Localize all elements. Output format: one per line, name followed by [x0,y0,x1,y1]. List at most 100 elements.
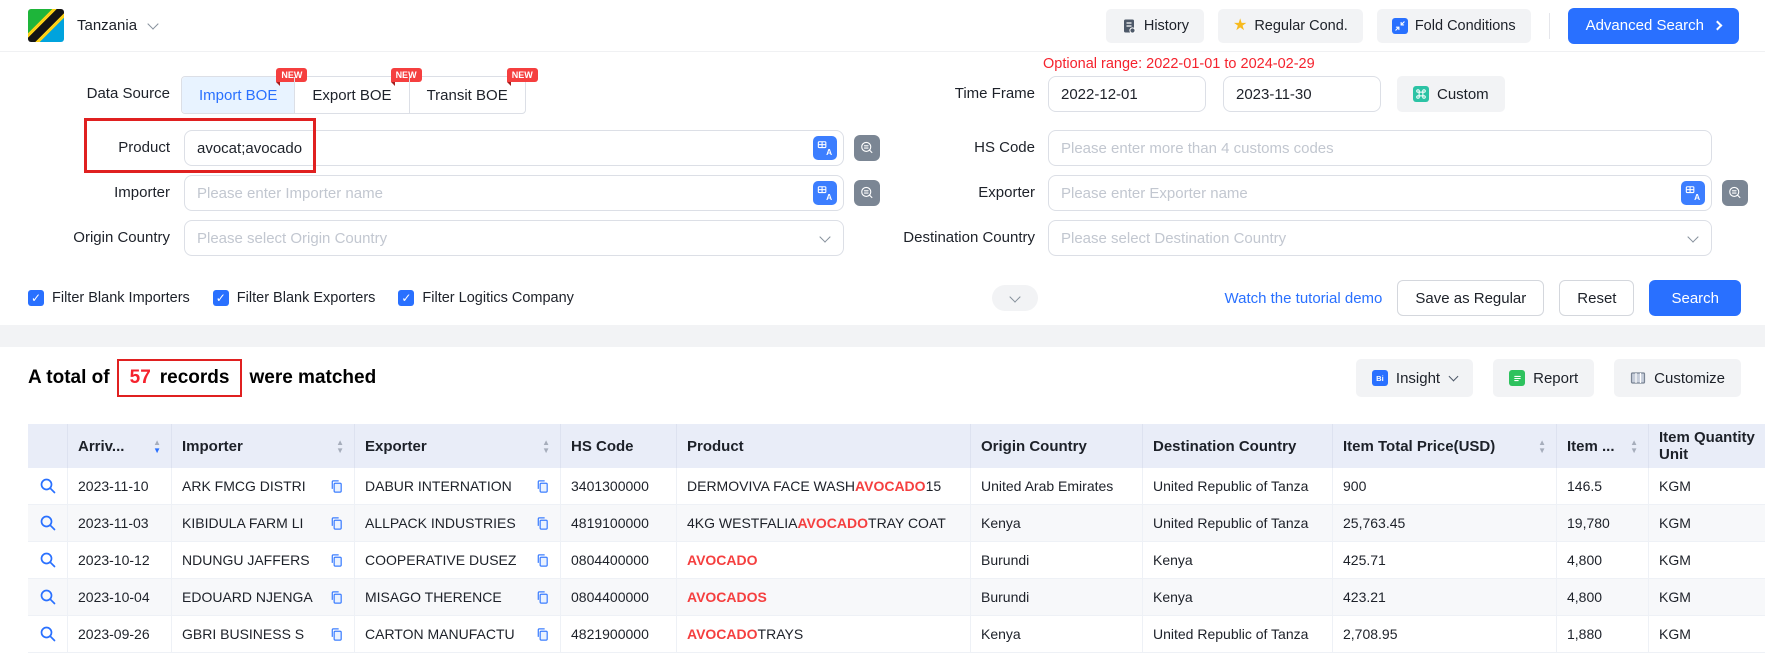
sort-arrows-icon[interactable]: ▲▼ [1532,439,1546,454]
importer-input[interactable]: A [184,175,844,211]
importer-name: NDUNGU JAFFERS [182,552,310,568]
chevron-down-icon[interactable] [147,18,158,29]
row-detail-button[interactable] [28,505,68,541]
copy-icon[interactable] [329,627,344,642]
checkbox-icon[interactable]: ✓ [213,290,229,306]
cell-destination-country: Kenya [1143,579,1333,615]
sort-arrows-icon[interactable]: ▲▼ [536,439,550,454]
translate-icon[interactable]: A [1681,181,1705,205]
cell-item-total-price: 900 [1333,468,1557,504]
sort-arrows-icon[interactable]: ▲▼ [1624,439,1638,454]
origin-country-field[interactable] [185,221,821,255]
copy-icon[interactable] [535,479,550,494]
origin-country-select[interactable] [184,220,844,256]
destination-country-select[interactable] [1048,220,1712,256]
copy-icon[interactable] [329,479,344,494]
sort-arrows-icon[interactable]: ▲▼ [330,439,344,454]
tab-transit-boe[interactable]: Transit BOENEW [409,77,525,113]
regular-cond-label: Regular Cond. [1254,18,1348,34]
column-header-importer[interactable]: Importer▲▼ [172,424,355,468]
collapse-filters-button[interactable] [992,285,1038,311]
copy-icon[interactable] [329,590,344,605]
table-row: 2023-09-26GBRI BUSINESS SCARTON MANUFACT… [28,616,1765,653]
custom-range-button[interactable]: Custom [1397,76,1505,112]
cell-origin-country: United Arab Emirates [971,468,1143,504]
reset-button[interactable]: Reset [1559,280,1634,316]
importer-label: Importer [0,175,170,211]
regular-cond-button[interactable]: ★ Regular Cond. [1218,9,1363,43]
customize-button[interactable]: Customize [1614,359,1741,397]
fold-conditions-button[interactable]: Fold Conditions [1377,9,1531,43]
tutorial-demo-link[interactable]: Watch the tutorial demo [1225,290,1383,307]
copy-icon[interactable] [535,553,550,568]
copy-icon[interactable] [535,516,550,531]
insight-button[interactable]: Bi Insight [1356,359,1473,397]
search-button[interactable]: Search [1649,280,1741,316]
importer-field[interactable] [185,176,813,210]
hs-code-label: HS Code [828,130,1035,166]
cell-arrival-date: 2023-11-10 [68,468,172,504]
column-header-detail [28,424,68,468]
records-annotation-box: 57 records [117,359,243,397]
cell-destination-country: United Republic of Tanza [1143,505,1333,541]
checkbox-icon[interactable]: ✓ [398,290,414,306]
origin-country-label: Origin Country [0,220,170,256]
keyword-highlight: AVOCADO [687,552,758,568]
checkbox-icon[interactable]: ✓ [28,290,44,306]
table-header-row: Arriv...▲▼Importer▲▼Exporter▲▼HS CodePro… [28,424,1765,468]
data-source-tabs: Import BOENEWExport BOENEWTransit BOENEW [181,76,526,114]
save-as-regular-button[interactable]: Save as Regular [1397,280,1544,316]
importer-name: GBRI BUSINESS S [182,626,304,642]
column-header-exporter[interactable]: Exporter▲▼ [355,424,561,468]
column-header-item-total-price-usd-[interactable]: Item Total Price(USD)▲▼ [1333,424,1557,468]
tab-label: Export BOE [312,87,391,104]
history-button[interactable]: History [1106,9,1204,43]
column-label: Item ... [1567,438,1615,455]
copy-icon[interactable] [535,627,550,642]
exact-match-icon[interactable] [1722,180,1748,206]
time-frame-label: Time Frame [828,76,1035,112]
row-detail-button[interactable] [28,579,68,615]
cell-product: AVOCADO [677,542,971,578]
copy-icon[interactable] [329,553,344,568]
cell-item-quantity: 1,880 [1557,616,1649,652]
date-from-input[interactable] [1048,76,1206,112]
column-header-hs-code: HS Code [561,424,677,468]
records-word: records [160,367,230,389]
tab-import-boe[interactable]: Import BOENEW [182,77,294,113]
product-input[interactable]: A [184,130,844,166]
tab-export-boe[interactable]: Export BOENEW [294,77,408,113]
magnifier-icon [39,514,57,532]
copy-icon[interactable] [329,516,344,531]
exporter-name: DABUR INTERNATION [365,478,512,494]
report-button[interactable]: Report [1493,359,1594,397]
row-detail-button[interactable] [28,542,68,578]
exporter-field[interactable] [1049,176,1681,210]
new-badge: NEW [507,68,538,82]
section-divider [0,325,1765,347]
checkbox-filter-blank-exporters[interactable]: ✓Filter Blank Exporters [213,290,376,306]
column-header-item-[interactable]: Item ... ▲▼ [1557,424,1649,468]
hs-code-input[interactable] [1048,130,1712,166]
row-detail-button[interactable] [28,616,68,652]
star-icon: ★ [1233,18,1247,34]
sort-arrows-icon[interactable]: ▲▼ [147,439,161,454]
table-row: 2023-10-12NDUNGU JAFFERSCOOPERATIVE DUSE… [28,542,1765,579]
date-to-input[interactable] [1223,76,1381,112]
column-label: HS Code [571,438,634,455]
magnifier-icon [39,625,57,643]
country-selector-label[interactable]: Tanzania [77,17,137,34]
checkbox-filter-blank-importers[interactable]: ✓Filter Blank Importers [28,290,190,306]
exporter-input[interactable]: A [1048,175,1712,211]
advanced-search-button[interactable]: Advanced Search [1568,8,1739,44]
copy-icon[interactable] [535,590,550,605]
cell-exporter: DABUR INTERNATION [355,468,561,504]
destination-country-field[interactable] [1049,221,1689,255]
row-detail-button[interactable] [28,468,68,504]
cell-hs-code: 4819100000 [561,505,677,541]
checkbox-filter-logitics-company[interactable]: ✓Filter Logitics Company [398,290,574,306]
product-value[interactable] [185,131,813,165]
column-header-arriv-[interactable]: Arriv...▲▼ [68,424,172,468]
cell-item-quantity-unit: KGM [1649,579,1765,615]
hs-code-field[interactable] [1049,131,1711,165]
